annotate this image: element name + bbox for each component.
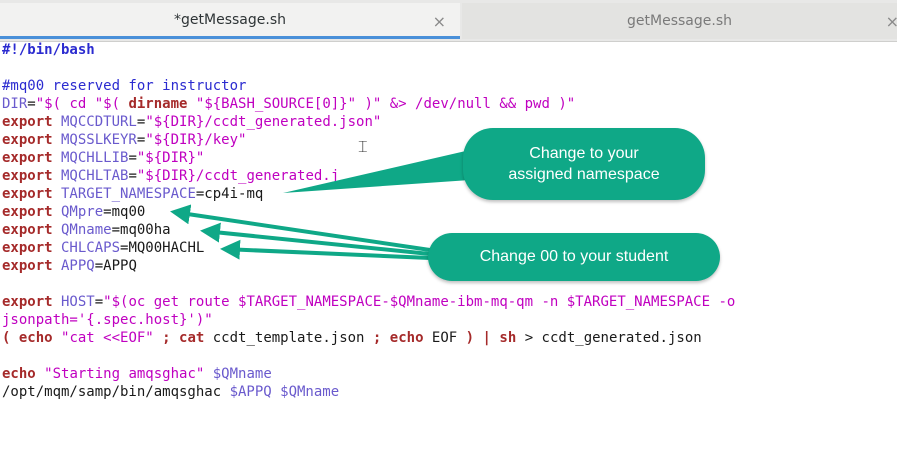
code-token: export [2, 258, 53, 274]
code-token: cat [179, 330, 205, 346]
callout-text: Change 00 to your student [479, 248, 669, 265]
code-line: jsonpath='{.spec.host}')" [2, 311, 213, 329]
code-token: =APPQ [94, 258, 137, 274]
code-line: /opt/mqm/samp/bin/amqsghac $APPQ $QMname [2, 383, 339, 401]
code-token: =cp4i-mq [195, 186, 264, 202]
code-line: DIR="$( cd "$( dirname "${BASH_SOURCE[0]… [2, 95, 575, 113]
code-line: echo "Starting amqsghac" $QMname [2, 365, 272, 383]
code-token: "${DIR}/ccdt_generated.json" [145, 114, 382, 130]
code-token: dirname [128, 96, 188, 112]
code-token: "cat <<EOF" [61, 330, 154, 346]
code-token: export [2, 294, 53, 310]
text-cursor-icon: ⌶ [358, 137, 368, 156]
code-token: export [2, 240, 53, 256]
code-token: DIR [2, 96, 28, 112]
tab-label: getMessage.sh [627, 13, 732, 29]
tab-bar: *getMessage.sh × getMessage.sh × [0, 0, 897, 42]
code-token: = [27, 96, 36, 112]
code-token: #!/bin/bash [2, 42, 95, 58]
code-token: QMpre [52, 204, 104, 220]
code-line: ( echo "cat <<EOF" ; cat ccdt_template.j… [2, 329, 702, 347]
code-token: export [2, 222, 53, 238]
code-token: = [94, 294, 104, 310]
code-token: "$(oc get route $TARGET_NAMESPACE-$QMnam… [103, 294, 736, 310]
code-token: "${DIR}/key" [145, 132, 247, 148]
code-line: export APPQ=APPQ [2, 257, 137, 275]
code-token: QMname [52, 222, 112, 238]
code-line: export TARGET_NAMESPACE=cp4i-mq [2, 185, 263, 203]
code-line: export MQCHLTAB="${DIR}/ccdt_generated.j [2, 167, 339, 185]
code-token: "${DIR}" [136, 150, 205, 166]
code-token: CHLCAPS [52, 240, 121, 256]
callout-namespace: Change to your assigned namespace [463, 128, 705, 200]
code-token: $QMname [204, 366, 272, 382]
code-token: MQCHLLIB [52, 150, 129, 166]
code-token: TARGET_NAMESPACE [52, 186, 196, 202]
code-token: =mq00 [103, 204, 146, 220]
code-token: ( [2, 330, 19, 346]
code-line: export MQSSLKEYR="${DIR}/key" [2, 131, 246, 149]
code-line: export MQCHLLIB="${DIR}" [2, 149, 204, 167]
code-token: EOF [423, 330, 466, 346]
code-token: APPQ [52, 258, 95, 274]
code-token: #mq00 reserved for instructor [2, 78, 247, 94]
tab-label: *getMessage.sh [174, 11, 286, 28]
code-token: = [128, 168, 137, 184]
code-token: export [2, 186, 53, 202]
code-line: export QMname=mq00ha [2, 221, 171, 239]
code-line: #mq00 reserved for instructor [2, 77, 246, 95]
code-token: "Starting amqsghac" [44, 366, 205, 382]
code-token: export [2, 150, 53, 166]
code-token: MQSSLKEYR [52, 132, 137, 148]
callout-student: Change 00 to your student [428, 233, 720, 281]
callout-text: assigned namespace [508, 166, 660, 183]
code-token: echo [2, 366, 36, 382]
code-token: > ccdt_generated.json [516, 330, 702, 346]
tab-getmessage[interactable]: getMessage.sh × [462, 3, 897, 39]
code-token: ; [153, 330, 180, 346]
code-token: =MQ00HACHL [120, 240, 205, 256]
code-token: export [2, 132, 53, 148]
close-icon[interactable]: × [886, 12, 897, 31]
callout-text: Change to your [529, 145, 639, 162]
code-token: export [2, 114, 53, 130]
code-token: jsonpath='{.spec.host}')" [2, 312, 213, 328]
tab-getmessage-modified[interactable]: *getMessage.sh × [0, 3, 460, 39]
code-token: "${DIR}/ccdt_generated.j [136, 168, 340, 184]
code-token: ) [465, 330, 475, 346]
code-token: HOST [52, 294, 95, 310]
code-token: sh [499, 330, 517, 346]
code-token: MQCHLTAB [52, 168, 129, 184]
code-line: export HOST="$(oc get route $TARGET_NAME… [2, 293, 735, 311]
code-token: export [2, 204, 53, 220]
code-token: "$( cd "$( [35, 96, 129, 112]
code-token: echo [389, 330, 424, 346]
code-token: /opt/mqm/samp/bin/amqsghac [2, 384, 230, 400]
code-token: ccdt_template.json [204, 330, 373, 346]
code-token: = [128, 150, 137, 166]
code-token: $APPQ $QMname [229, 384, 340, 400]
code-line: export MQCCDTURL="${DIR}/ccdt_generated.… [2, 113, 381, 131]
code-line: export CHLCAPS=MQ00HACHL [2, 239, 204, 257]
code-token: "${BASH_SOURCE[0]}" )" &> /dev/null && p… [187, 96, 576, 112]
code-line: export QMpre=mq00 [2, 203, 145, 221]
code-token: echo [18, 330, 53, 346]
code-token: export [2, 168, 53, 184]
code-token: | [482, 330, 491, 346]
code-token: MQCCDTURL [52, 114, 137, 130]
close-icon[interactable]: × [433, 12, 446, 31]
code-token: =mq00ha [111, 222, 171, 238]
code-line: #!/bin/bash [2, 41, 95, 59]
